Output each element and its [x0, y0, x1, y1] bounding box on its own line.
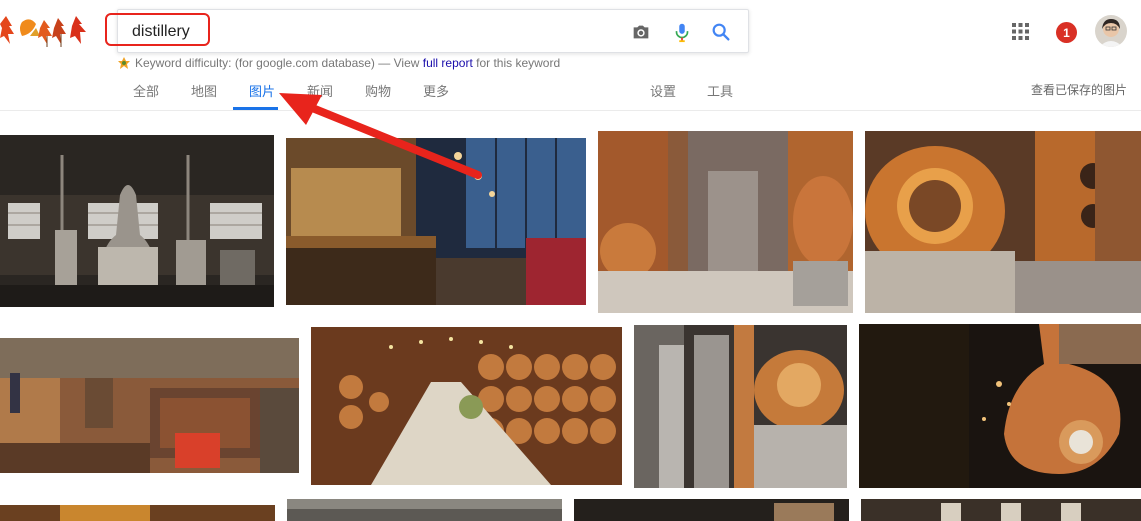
- notification-badge[interactable]: 1: [1056, 22, 1077, 43]
- image-result[interactable]: [859, 324, 1141, 488]
- image-result[interactable]: [861, 499, 1141, 521]
- search-input[interactable]: [132, 20, 612, 44]
- tab-maps[interactable]: 地图: [191, 81, 217, 100]
- image-result[interactable]: [286, 138, 586, 305]
- keyword-difficulty-line: Keyword difficulty: (for google.com data…: [118, 56, 560, 70]
- keyword-difficulty-label: Keyword difficulty:: [135, 56, 232, 70]
- saved-images-link[interactable]: 查看已保存的图片: [1031, 81, 1127, 98]
- image-result[interactable]: [311, 327, 622, 485]
- full-report-link[interactable]: full report: [423, 56, 473, 70]
- image-result[interactable]: [865, 131, 1141, 313]
- tab-more[interactable]: 更多: [423, 81, 449, 100]
- tab-settings[interactable]: 设置: [650, 81, 676, 100]
- search-icon[interactable]: [710, 21, 732, 43]
- tab-images[interactable]: 图片: [249, 81, 275, 100]
- image-result[interactable]: [0, 338, 299, 473]
- active-tab-indicator: [233, 107, 278, 110]
- leaf-icon: [118, 57, 130, 69]
- image-result[interactable]: [287, 499, 562, 521]
- tab-all[interactable]: 全部: [133, 81, 159, 100]
- tab-news[interactable]: 新闻: [307, 81, 333, 100]
- tab-tools[interactable]: 工具: [707, 81, 733, 100]
- image-result[interactable]: [0, 135, 274, 307]
- autumn-leaves-logo[interactable]: [0, 14, 92, 48]
- mic-icon[interactable]: [671, 21, 693, 43]
- image-result[interactable]: [634, 325, 847, 488]
- search-box: [117, 9, 749, 53]
- image-result[interactable]: [574, 499, 849, 521]
- keyword-difficulty-view: View: [393, 56, 420, 70]
- image-result[interactable]: [598, 131, 853, 313]
- image-result[interactable]: [0, 505, 275, 521]
- user-avatar[interactable]: [1095, 15, 1127, 47]
- tab-shopping[interactable]: 购物: [365, 81, 391, 100]
- search-tabs: 全部 地图 图片 新闻 购物 更多 设置 工具 查看已保存的图片: [0, 73, 1141, 111]
- camera-icon[interactable]: [630, 21, 652, 43]
- apps-grid-icon[interactable]: [1012, 23, 1029, 40]
- keyword-difficulty-tail: for this keyword: [476, 56, 561, 70]
- keyword-difficulty-note: (for google.com database) —: [234, 56, 391, 70]
